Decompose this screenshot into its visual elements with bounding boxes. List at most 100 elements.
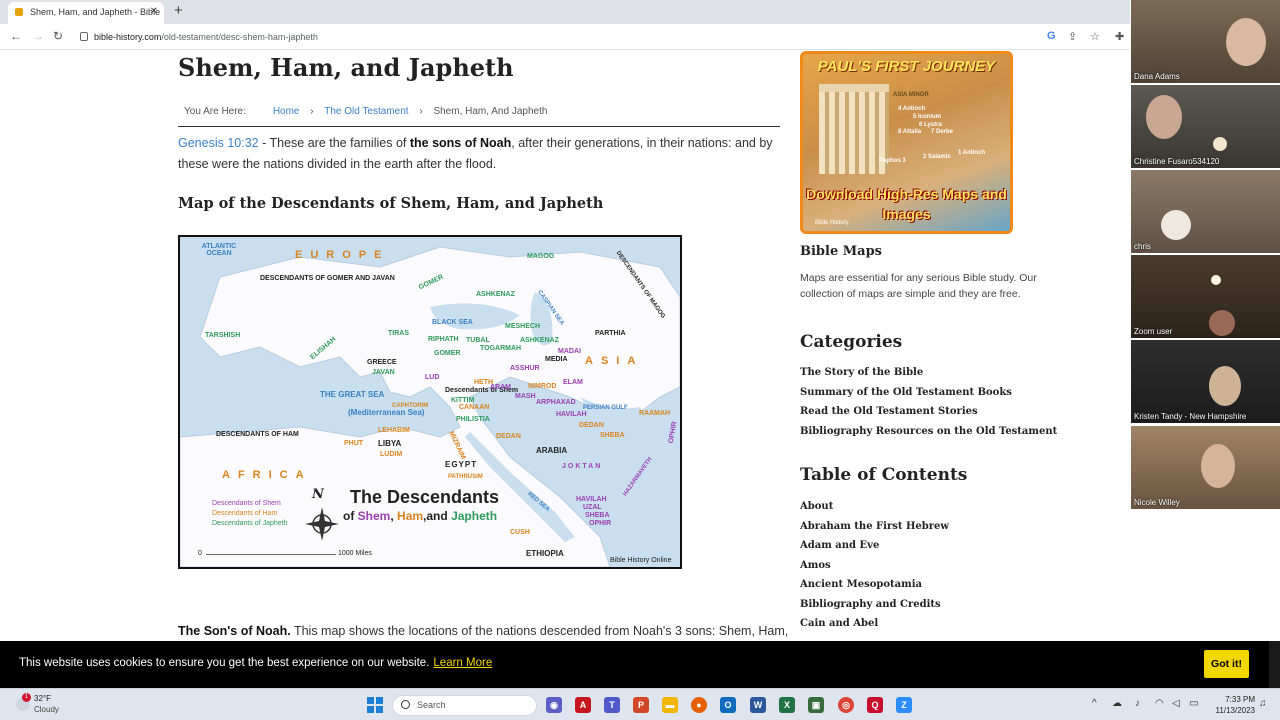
scripture-reference-link[interactable]: Genesis 10:32 (178, 136, 259, 150)
zoom-app-icon[interactable]: Z (896, 697, 912, 713)
breadcrumb-home-link[interactable]: Home (273, 106, 300, 117)
cookie-accept-button[interactable]: Got it! (1204, 650, 1249, 678)
compass-north-label: N (312, 487, 324, 502)
onedrive-icon[interactable]: ☁ (1112, 698, 1122, 709)
taskbar-search[interactable]: Search (392, 695, 537, 716)
map-label-ophir-2: OPHIR (589, 520, 612, 527)
extensions-icon[interactable]: ✚ (1115, 30, 1124, 43)
lock-icon (80, 32, 88, 41)
map-label-gomer-2: GOMER (434, 350, 461, 357)
file-explorer-icon[interactable]: ▬ (662, 697, 678, 713)
promo-banner[interactable]: PAUL'S FIRST JOURNEY ASIA MINOR 4 Antioc… (800, 51, 1013, 234)
map-label-tiras: TIRAS (388, 330, 409, 337)
compass-rose-icon (305, 507, 339, 541)
breadcrumb-section-link[interactable]: The Old Testament (324, 106, 408, 117)
weather-widget[interactable]: 1 32°F Cloudy (16, 693, 76, 717)
powerpoint-app-icon[interactable]: P (633, 697, 649, 713)
participant-tile[interactable]: Zoom user (1131, 255, 1280, 338)
lamp-light (1213, 137, 1227, 151)
image-app-icon[interactable]: ▣ (808, 697, 824, 713)
promo-asia-minor: ASIA MINOR (893, 92, 929, 98)
participant-name: Dana Adams (1134, 72, 1180, 81)
forward-arrow-icon[interactable]: → (32, 29, 44, 43)
learn-more-link[interactable]: Learn More (433, 657, 492, 669)
participant-name: Nicole Willey (1134, 498, 1180, 507)
map-label-tubal: TUBAL (466, 337, 490, 344)
lamp-light (1211, 275, 1221, 285)
back-arrow-icon[interactable]: ← (10, 29, 22, 43)
promo-route-label: 7 Derbe (931, 129, 954, 135)
toc-link[interactable]: Amos (800, 560, 1100, 580)
map-label-pathrusim: PATHRUSIM (448, 474, 483, 480)
category-link[interactable]: The Story of the Bible (800, 367, 1100, 387)
microphone-icon[interactable]: ♪ (1135, 698, 1140, 709)
descendants-map[interactable]: ATLANTIC OCEAN EUROPE DESCENDANTS OF GOM… (178, 235, 682, 569)
system-clock[interactable]: 7:33 PM 11/13/2023 (1207, 694, 1255, 716)
map-label-mediterranean: (Mediterranean Sea) (348, 408, 425, 417)
breadcrumb-separator: › (310, 106, 314, 117)
map-label-greece: GREECE (367, 359, 397, 366)
participant-tile[interactable]: Nicole Willey (1131, 426, 1280, 509)
wifi-icon[interactable]: ◠ (1155, 698, 1164, 709)
map-label-riphath: RIPHATH (428, 336, 459, 343)
map-label-africa: AFRICA (222, 469, 312, 481)
map-description: The Son's of Noah. This map shows the lo… (178, 624, 788, 638)
browser-tab[interactable]: Shem, Ham, and Japheth - Bible ✕ (8, 2, 164, 24)
share-icon[interactable]: ⇪ (1068, 30, 1077, 43)
notification-badge: 1 (22, 693, 31, 702)
subtitle-ham: Ham (397, 509, 424, 523)
map-label-ashkenaz-2: ASHKENAZ (520, 337, 559, 344)
breadcrumb-prefix: You Are Here: (184, 106, 246, 117)
toc-link[interactable]: Abraham the First Hebrew (800, 521, 1100, 541)
address-bar[interactable]: bible-history.com/old-testament/desc-she… (78, 27, 1078, 47)
excel-app-icon[interactable]: X (779, 697, 795, 713)
map-label-asshur: ASSHUR (510, 365, 540, 372)
word-app-icon[interactable]: W (750, 697, 766, 713)
toc-link[interactable]: Cain and Abel (800, 618, 1100, 638)
firefox-app-icon[interactable]: ● (691, 697, 707, 713)
scrollbar[interactable] (1269, 641, 1280, 688)
participant-tile[interactable]: Christine Fusaro534120 (1131, 85, 1280, 168)
tray-chevron-icon[interactable]: ^ (1092, 698, 1097, 709)
toc-link[interactable]: Bibliography and Credits (800, 599, 1100, 619)
bookmark-star-icon[interactable]: ☆ (1090, 30, 1100, 43)
quicken-app-icon[interactable]: Q (867, 697, 883, 713)
map-label-magog: MAGOG (527, 253, 555, 260)
toc-link[interactable]: Ancient Mesopotamia (800, 579, 1100, 599)
breadcrumb-current: Shem, Ham, And Japheth (433, 106, 548, 117)
outlook-app-icon[interactable]: O (720, 697, 736, 713)
category-link[interactable]: Summary of the Old Testament Books (800, 387, 1100, 407)
intro-bold: the sons of Noah (409, 136, 512, 150)
map-label-ashkenaz-1: ASHKENAZ (476, 291, 515, 298)
category-link[interactable]: Bibliography Resources on the Old Testam… (800, 426, 1100, 446)
participant-name: Zoom user (1134, 327, 1173, 336)
google-icon[interactable]: G (1047, 30, 1056, 42)
map-label-media: MEDIA (545, 356, 568, 363)
battery-icon[interactable]: ▭ (1189, 698, 1198, 709)
map-label-arphaxad: ARPHAXAD (536, 399, 576, 406)
toc-link[interactable]: Adam and Eve (800, 540, 1100, 560)
participant-face (1161, 210, 1191, 240)
subtitle-japheth: Japheth (451, 509, 498, 523)
map-label-havilah-2: HAVILAH (576, 496, 607, 503)
participant-tile[interactable]: chris (1131, 170, 1280, 253)
teams-app-icon[interactable]: T (604, 697, 620, 713)
notification-bell-icon[interactable]: ♫ (1259, 698, 1267, 709)
chrome-app-icon[interactable]: ◎ (838, 697, 854, 713)
legend-japheth: Descendants of Japheth (212, 520, 288, 527)
participant-tile[interactable]: Dana Adams (1131, 0, 1280, 83)
categories-heading: Categories (800, 332, 903, 352)
map-label-nimrod: NIMROD (528, 383, 557, 390)
tab-close-icon[interactable]: ✕ (150, 2, 158, 22)
new-tab-button[interactable]: + (174, 2, 183, 19)
category-link[interactable]: Read the Old Testament Stories (800, 406, 1100, 426)
participant-face (1201, 444, 1235, 488)
reload-icon[interactable]: ↻ (53, 29, 63, 43)
description-text: This map shows the locations of the nati… (290, 624, 789, 638)
toc-link[interactable]: About (800, 501, 1100, 521)
volume-icon[interactable]: ◁ (1172, 698, 1180, 709)
participant-tile[interactable]: Kristen Tandy - New Hampshire (1131, 340, 1280, 423)
pdf-app-icon[interactable]: A (575, 697, 591, 713)
chat-app-icon[interactable]: ◉ (546, 697, 562, 713)
start-button[interactable] (367, 697, 383, 713)
